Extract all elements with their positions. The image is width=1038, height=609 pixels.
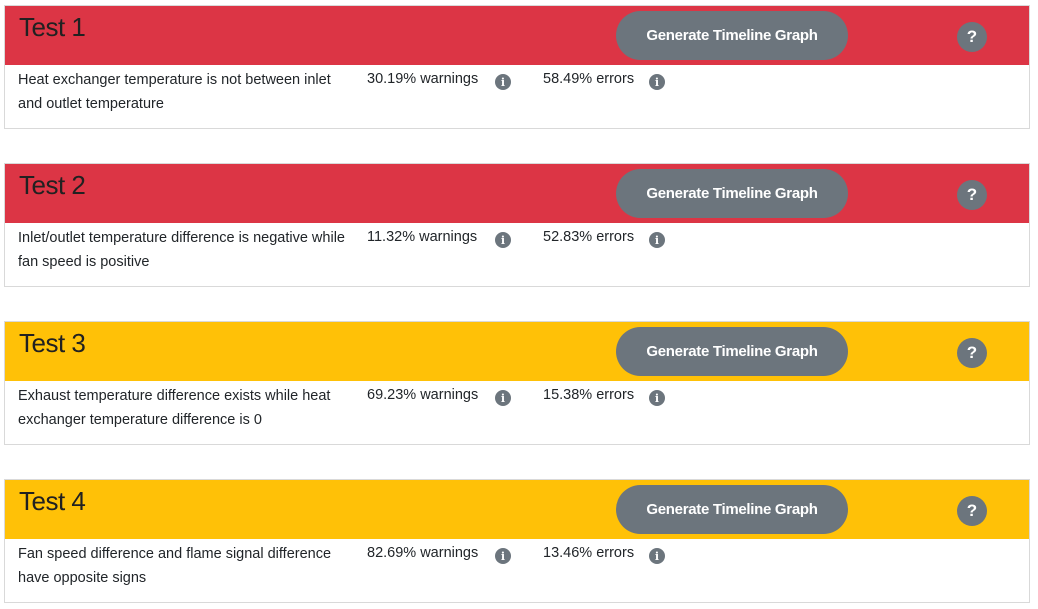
warnings-percentage: 30.19% warnings (367, 71, 479, 87)
help-icon[interactable]: ? (957, 180, 987, 210)
test-title: Test 3 (19, 328, 86, 358)
errors-info-icon[interactable]: i (649, 390, 665, 406)
test-description: Inlet/outlet temperature difference is n… (18, 230, 345, 270)
test-description: Heat exchanger temperature is not betwee… (18, 72, 331, 112)
errors-info-icon[interactable]: i (649, 548, 665, 564)
warnings-percentage: 11.32% warnings (367, 229, 478, 245)
help-icon[interactable]: ? (957, 22, 987, 52)
errors-percentage: 13.46% errors (543, 545, 635, 561)
errors-info-icon[interactable]: i (649, 74, 665, 90)
warnings-info-icon[interactable]: i (495, 390, 511, 406)
test-title: Test 4 (19, 486, 86, 516)
test-header-3: Test 3 Generate Timeline Graph ? (5, 322, 1029, 381)
test-header-1: Test 1 Generate Timeline Graph ? (5, 6, 1029, 65)
generate-timeline-graph-button[interactable]: Generate Timeline Graph (616, 327, 848, 376)
generate-timeline-graph-button[interactable]: Generate Timeline Graph (616, 169, 848, 218)
errors-info-icon[interactable]: i (649, 232, 665, 248)
generate-timeline-graph-button[interactable]: Generate Timeline Graph (616, 11, 848, 60)
warnings-percentage: 69.23% warnings (367, 387, 479, 403)
test-card-3: Test 3 Generate Timeline Graph ? Exhaust… (4, 321, 1030, 445)
errors-percentage: 15.38% errors (543, 387, 635, 403)
test-description: Exhaust temperature difference exists wh… (18, 388, 331, 428)
help-icon[interactable]: ? (957, 496, 987, 526)
test-title: Test 1 (19, 12, 86, 42)
generate-timeline-graph-button[interactable]: Generate Timeline Graph (616, 485, 848, 534)
test-title: Test 2 (19, 170, 86, 200)
warnings-info-icon[interactable]: i (495, 232, 511, 248)
warnings-info-icon[interactable]: i (495, 74, 511, 90)
test-description: Fan speed difference and flame signal di… (18, 546, 332, 586)
test-header-2: Test 2 Generate Timeline Graph ? (5, 164, 1029, 223)
help-icon[interactable]: ? (957, 338, 987, 368)
errors-percentage: 52.83% errors (543, 229, 635, 245)
test-header-4: Test 4 Generate Timeline Graph ? (5, 480, 1029, 539)
errors-percentage: 58.49% errors (543, 71, 635, 87)
test-card-4: Test 4 Generate Timeline Graph ? Fan spe… (4, 479, 1030, 603)
test-card-1: Test 1 Generate Timeline Graph ? Heat ex… (4, 5, 1030, 129)
warnings-info-icon[interactable]: i (495, 548, 511, 564)
test-card-2: Test 2 Generate Timeline Graph ? Inlet/o… (4, 163, 1030, 287)
warnings-percentage: 82.69% warnings (367, 545, 479, 561)
